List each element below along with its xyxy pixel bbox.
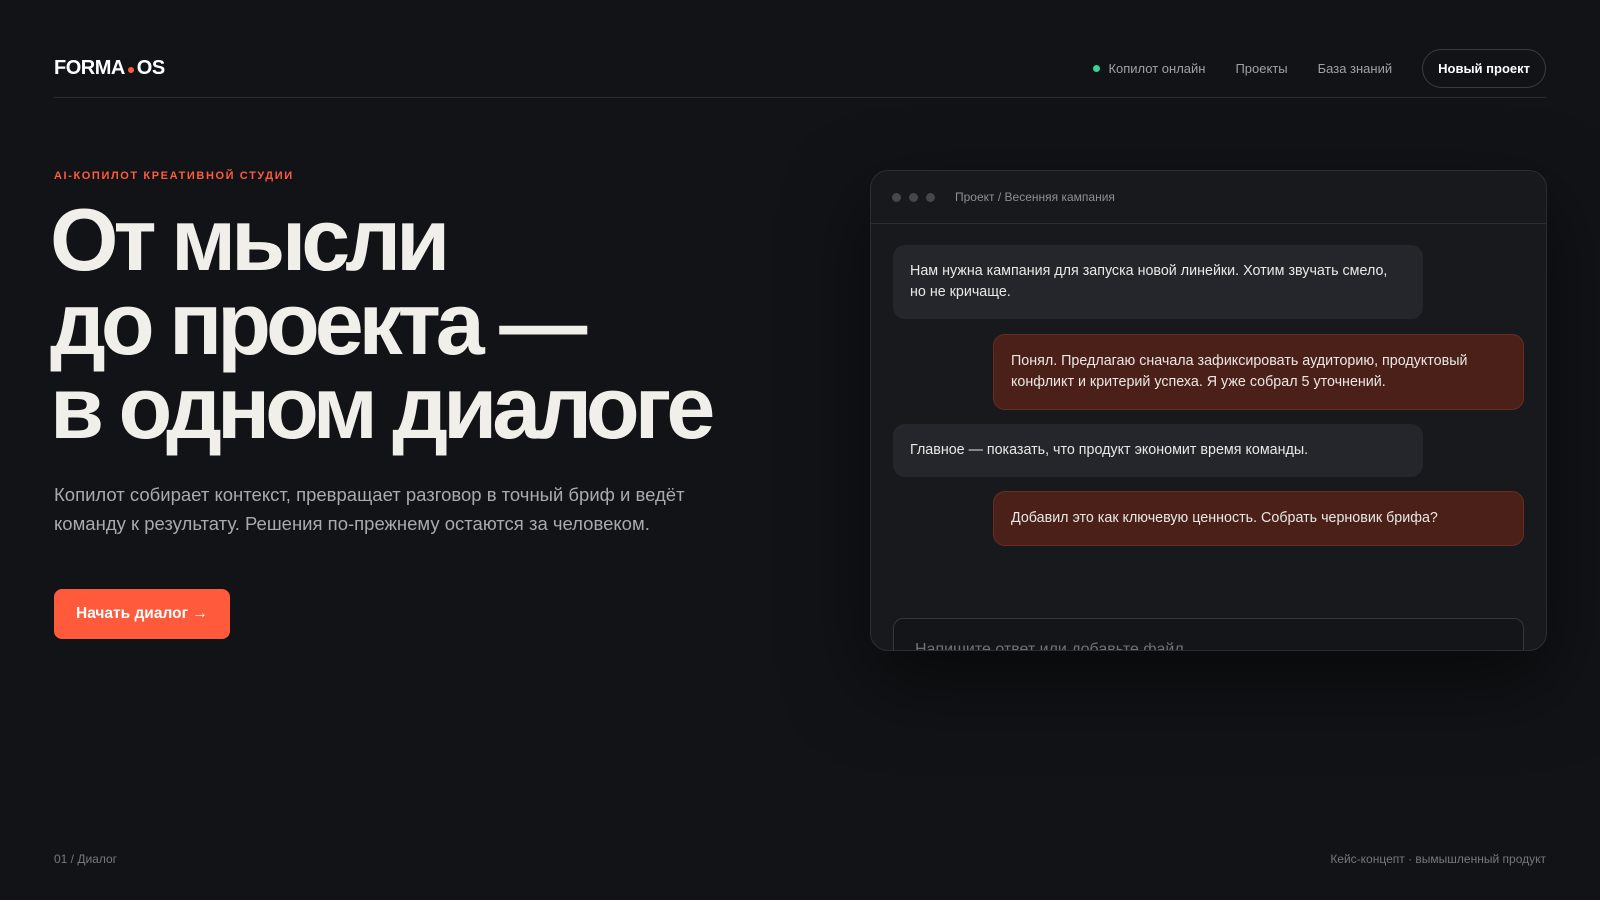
start-dialog-button[interactable]: Начать диалог → [54, 589, 230, 639]
hero-eyebrow: AI-КОПИЛОТ КРЕАТИВНОЙ СТУДИИ [54, 170, 294, 182]
top-navigation: FORMA ● OS Копилот онлайн Проекты База зна… [54, 49, 1546, 98]
new-project-button[interactable]: Новый проект [1422, 49, 1546, 88]
window-dot-icon [909, 192, 918, 202]
headline-line-2: до проекта — [50, 274, 587, 373]
page: FORMA ● OS Копилот онлайн Проекты База зна… [0, 0, 1600, 900]
slide-indicator: 01 / Диалог [54, 852, 118, 866]
user-message: Нам нужна кампания для запуска новой лин… [893, 245, 1423, 319]
logo-text-forma: FORMA [54, 57, 125, 79]
chat-titlebar: Проект / Весенняя кампания [871, 171, 1546, 224]
nav-link-knowledge-base[interactable]: База знаний [1318, 61, 1393, 76]
chat-breadcrumb: Проект / Весенняя кампания [955, 190, 1115, 204]
brand-logo[interactable]: FORMA ● OS [54, 57, 165, 80]
assistant-message: Добавил это как ключевую ценность. Собра… [993, 491, 1524, 546]
chat-window: Проект / Весенняя кампания Нам нужна кам… [870, 170, 1547, 651]
logo-dot-icon: ● [126, 60, 135, 77]
footer-note: Кейс-концепт · вымышленный продукт [1330, 852, 1546, 866]
hero-description: Копилот собирает контекст, превращает ра… [54, 484, 685, 534]
chat-reply-input[interactable] [893, 618, 1524, 650]
nav-menu: Копилот онлайн Проекты База знаний Новый… [1093, 49, 1546, 88]
window-dot-icon [892, 192, 901, 202]
copilot-status-label: Копилот онлайн [1108, 61, 1206, 76]
window-dot-icon [926, 192, 935, 202]
logo-text-os: OS [136, 57, 165, 79]
user-message: Главное — показать, что продукт экономит… [893, 424, 1423, 477]
online-dot-icon [1093, 65, 1101, 72]
nav-link-projects[interactable]: Проекты [1235, 61, 1287, 76]
headline-line-3: в одном диалоге [50, 358, 715, 457]
assistant-message: Понял. Предлагаю сначала зафиксировать а… [993, 334, 1524, 410]
copilot-status: Копилот онлайн [1093, 61, 1205, 76]
hero-headline: От мысли до проекта — в одном диалоге [50, 190, 750, 457]
headline-line-1: От мысли [50, 190, 450, 289]
